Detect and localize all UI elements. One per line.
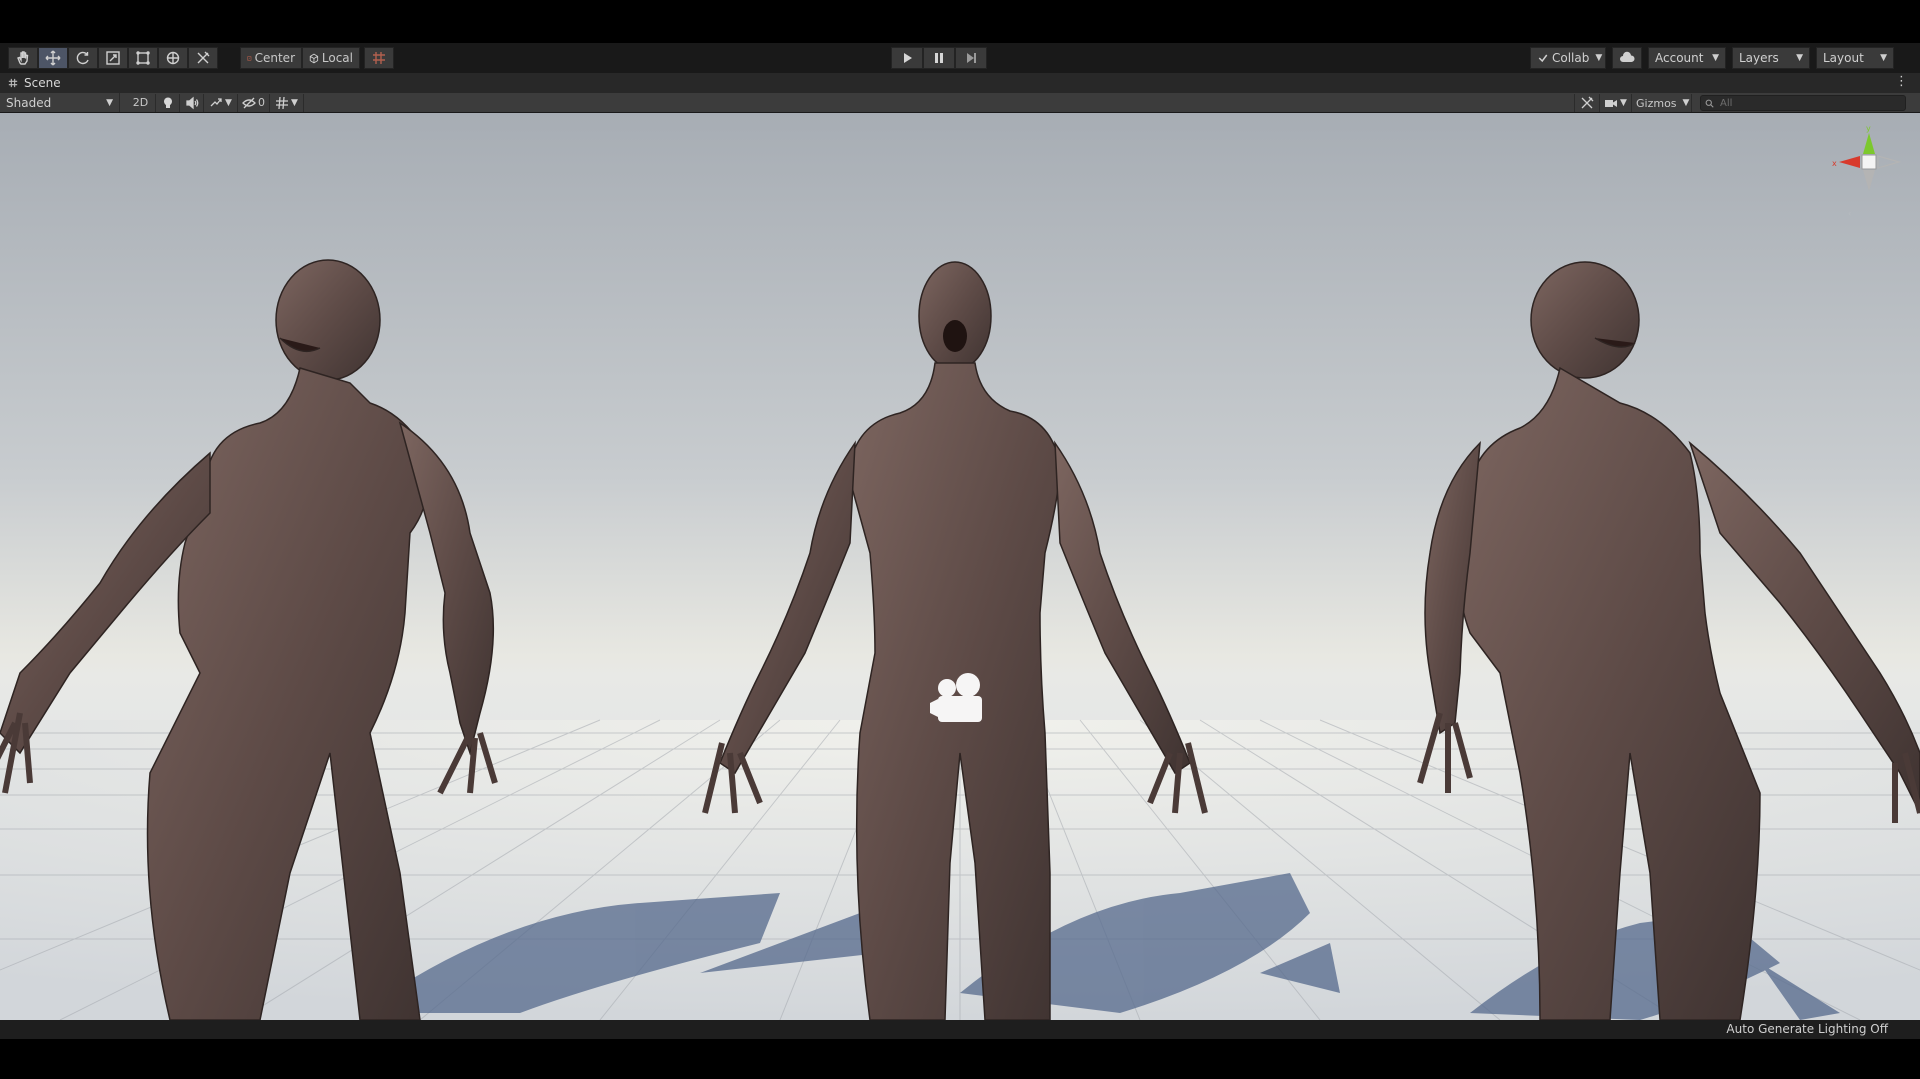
hidden-objects-button[interactable]: 0 — [238, 93, 270, 112]
axis-neg-y-cone[interactable] — [1863, 170, 1875, 191]
tools-icon — [1581, 96, 1594, 109]
scene-canvas: y x ‹ — [0, 124, 1920, 1020]
chevron-down-icon: ▼ — [1595, 53, 1603, 63]
axis-x-cone[interactable] — [1839, 156, 1860, 168]
main-toolbar: Center Local Collab ▼ Account ▼ Layers ▼… — [0, 43, 1920, 73]
check-icon — [1538, 54, 1548, 63]
transform-tools — [8, 47, 218, 69]
search-icon — [1705, 99, 1714, 108]
move-tool-button[interactable] — [38, 47, 68, 69]
status-bar: Auto Generate Lighting Off — [0, 1020, 1920, 1039]
effects-icon — [210, 97, 222, 106]
chevron-down-icon: ▼ — [106, 97, 113, 108]
rotate-tool-button[interactable] — [68, 47, 98, 69]
collab-label: Collab — [1552, 51, 1590, 65]
camera-icon — [1605, 100, 1618, 107]
scene-search-field[interactable]: All — [1700, 95, 1906, 111]
account-label: Account — [1655, 51, 1704, 65]
layers-dropdown[interactable]: Layers ▼ — [1732, 47, 1810, 69]
orientation-gizmo[interactable]: y x ‹ — [1832, 124, 1902, 218]
axis-x-label: x — [1832, 159, 1837, 168]
layout-dropdown[interactable]: Layout ▼ — [1816, 47, 1894, 69]
grid-snap-icon — [373, 52, 385, 64]
more-options-icon[interactable]: ⋮ — [1895, 75, 1908, 88]
right-toolbar: Collab ▼ Account ▼ Layers ▼ Layout ▼ — [1530, 47, 1894, 69]
gizmos-label: Gizmos — [1636, 96, 1677, 110]
cloud-button[interactable] — [1612, 47, 1642, 69]
pivot-rotation-button[interactable]: Local — [302, 47, 360, 69]
step-button[interactable] — [955, 47, 987, 69]
play-icon — [904, 53, 912, 63]
gizmos-dropdown[interactable]: Gizmos ▼ — [1632, 94, 1692, 112]
cloud-icon — [1620, 51, 1635, 62]
axis-y-label: y — [1866, 124, 1871, 133]
chevron-down-icon: ▼ — [1880, 53, 1887, 63]
move-icon — [45, 50, 61, 66]
scene-tab-header: Scene ⋮ — [0, 73, 1920, 93]
tools-button[interactable] — [1574, 94, 1600, 112]
rect-icon — [136, 51, 150, 65]
draw-mode-dropdown[interactable]: Shaded ▼ — [0, 93, 120, 112]
chevron-down-icon: ▼ — [1682, 98, 1690, 108]
custom-tool-button[interactable] — [188, 47, 218, 69]
chevron-down-icon: ▼ — [291, 97, 298, 108]
tab-scene[interactable]: Scene — [0, 73, 61, 93]
scene-right-controls: ▼ Gizmos ▼ All — [1574, 94, 1906, 112]
pivot-mode-label: Center — [254, 51, 295, 65]
unity-editor-window: Center Local Collab ▼ Account ▼ Layers ▼… — [0, 0, 1920, 1079]
scene-viewport[interactable]: y x ‹ — [0, 113, 1920, 1020]
custom-tool-icon — [197, 51, 210, 64]
scene-tab-label: Scene — [24, 76, 61, 90]
speaker-icon — [185, 96, 198, 109]
axis-z-label: ‹ — [1848, 209, 1851, 218]
grid-snap-button[interactable] — [364, 47, 394, 69]
account-dropdown[interactable]: Account ▼ — [1648, 47, 1726, 69]
chevron-down-icon: ▼ — [1796, 53, 1803, 63]
gizmo-center-cube[interactable] — [1861, 154, 1877, 170]
play-controls — [891, 47, 987, 69]
layers-label: Layers — [1739, 51, 1779, 65]
hidden-count: 0 — [258, 96, 265, 109]
pause-icon — [935, 53, 943, 63]
pivot-rotation-label: Local — [321, 51, 353, 65]
pivot-controls: Center Local — [240, 47, 394, 69]
pivot-mode-button[interactable]: Center — [240, 47, 302, 69]
toggle-2d-label: 2D — [132, 96, 149, 109]
rect-tool-button[interactable] — [128, 47, 158, 69]
screen-bottom-border — [0, 1039, 1920, 1079]
search-placeholder: All — [1720, 97, 1733, 109]
scale-tool-button[interactable] — [98, 47, 128, 69]
rotate-icon — [76, 51, 89, 65]
grid-icon — [276, 96, 289, 109]
local-space-icon — [309, 53, 319, 63]
play-button[interactable] — [891, 47, 923, 69]
camera-dropdown[interactable]: ▼ — [1600, 94, 1632, 112]
pause-button[interactable] — [923, 47, 955, 69]
hand-tool-button[interactable] — [8, 47, 38, 69]
scene-control-bar: Shaded ▼ 2D ▼ 0 ▼ ▼ Gizmos ▼ All — [0, 93, 1920, 113]
layout-label: Layout — [1823, 51, 1864, 65]
grid-visibility-dropdown[interactable]: ▼ — [270, 93, 304, 112]
transform-tool-button[interactable] — [158, 47, 188, 69]
transform-icon — [166, 51, 180, 65]
scale-icon — [106, 51, 120, 65]
lighting-toggle-button[interactable] — [156, 93, 180, 112]
audio-toggle-button[interactable] — [180, 93, 204, 112]
draw-mode-label: Shaded — [6, 95, 52, 110]
axis-neg-x-cone[interactable] — [1877, 155, 1902, 169]
hand-icon — [17, 51, 29, 65]
lightbulb-icon — [163, 97, 172, 108]
step-icon — [967, 53, 976, 63]
axis-y-cone[interactable] — [1863, 133, 1875, 154]
chevron-down-icon: ▼ — [1620, 98, 1627, 108]
pivot-center-icon — [247, 56, 252, 60]
collab-dropdown[interactable]: Collab ▼ — [1530, 47, 1606, 69]
chevron-down-icon: ▼ — [225, 97, 232, 108]
eye-slash-icon — [242, 97, 256, 108]
toggle-2d-button[interactable]: 2D — [126, 93, 156, 112]
chevron-down-icon: ▼ — [1712, 53, 1719, 63]
effects-dropdown[interactable]: ▼ — [204, 93, 238, 112]
grid-icon — [8, 78, 18, 88]
lighting-status-text: Auto Generate Lighting Off — [1726, 1022, 1888, 1036]
